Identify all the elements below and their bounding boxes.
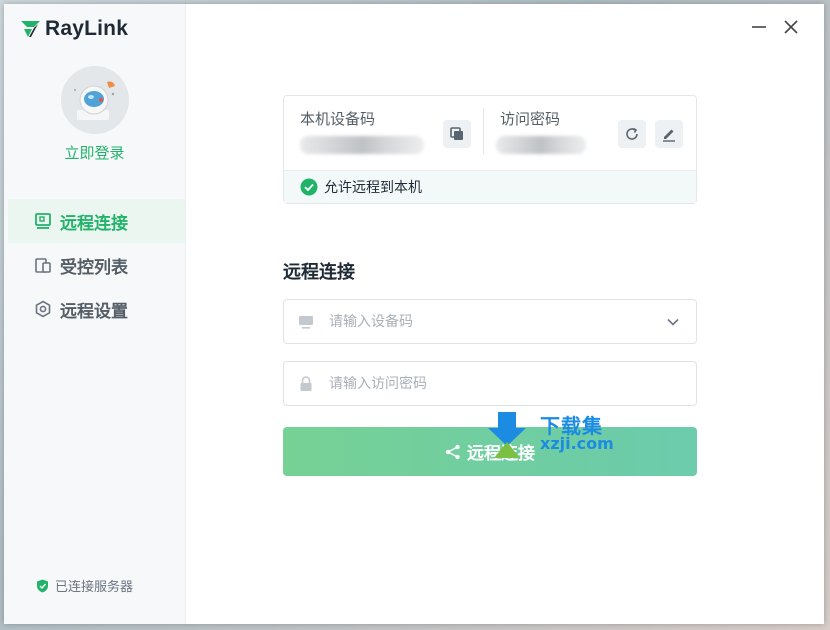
edit-pencil-icon [663, 129, 675, 142]
server-status-text: 已连接服务器 [55, 580, 134, 595]
avatar[interactable] [61, 66, 129, 134]
edit-password-button[interactable] [655, 120, 683, 148]
copy-device-code-button[interactable] [443, 120, 471, 148]
app-window: RayLink 立即登录 远程连接 受控列表 远程设置 已连接服务器 本机设备码… [4, 4, 824, 624]
sidebar-item-remote-connect[interactable]: 远程连接 [8, 199, 185, 243]
watermark-text-line2: xzji.com [540, 434, 614, 453]
monitor-icon [35, 213, 51, 229]
watermark: 下载集 xzji.com [484, 410, 624, 470]
connect-section-title: 远程连接 [283, 262, 355, 283]
close-icon [784, 20, 798, 34]
app-name: RayLink [45, 17, 129, 40]
device-info-card: 本机设备码 访问密码 允许远程到本机 [283, 95, 697, 204]
devices-icon [35, 258, 51, 273]
access-password-input[interactable] [327, 374, 651, 393]
access-password-label: 访问密码 [500, 110, 561, 128]
device-history-dropdown[interactable] [666, 314, 680, 333]
sidebar-item-label: 受控列表 [60, 257, 128, 278]
device-code-section: 本机设备码 [284, 96, 484, 170]
shield-check-icon [37, 579, 48, 592]
raylink-logo-icon [21, 21, 40, 37]
sidebar-item-controlled-list[interactable]: 受控列表 [8, 243, 185, 287]
download-arrow-logo-icon [488, 412, 526, 458]
sidebar-nav: 远程连接 受控列表 远程设置 [8, 199, 185, 331]
server-status: 已连接服务器 [36, 576, 133, 595]
minimize-icon [752, 26, 766, 28]
chevron-down-icon [667, 318, 679, 326]
app-logo: RayLink [20, 16, 128, 42]
hexagon-settings-icon [35, 300, 51, 318]
access-password-section: 访问密码 [484, 96, 697, 170]
astronaut-avatar-icon [61, 66, 129, 134]
close-button[interactable] [780, 16, 802, 38]
device-code-field[interactable] [283, 299, 697, 344]
refresh-icon [626, 127, 638, 140]
device-code-label: 本机设备码 [300, 110, 376, 128]
monitor-small-icon [297, 315, 315, 329]
copy-icon [450, 127, 463, 140]
device-code-input[interactable] [327, 312, 651, 331]
device-code-value-blurred [300, 136, 424, 154]
sidebar-item-label: 远程连接 [60, 213, 128, 234]
check-circle-icon [300, 178, 318, 196]
sidebar: RayLink 立即登录 远程连接 受控列表 远程设置 已连接服务器 [4, 4, 186, 624]
sidebar-item-label: 远程设置 [60, 301, 128, 322]
allow-remote-row[interactable]: 允许远程到本机 [284, 170, 696, 203]
refresh-password-button[interactable] [618, 120, 646, 148]
access-password-value-blurred [496, 136, 586, 154]
access-password-field[interactable] [283, 361, 697, 406]
minimize-button[interactable] [748, 16, 770, 38]
share-nodes-icon [445, 444, 460, 459]
login-link[interactable]: 立即登录 [4, 142, 185, 163]
allow-remote-label: 允许远程到本机 [324, 180, 422, 196]
sidebar-item-remote-settings[interactable]: 远程设置 [8, 287, 185, 331]
lock-icon [297, 375, 315, 392]
